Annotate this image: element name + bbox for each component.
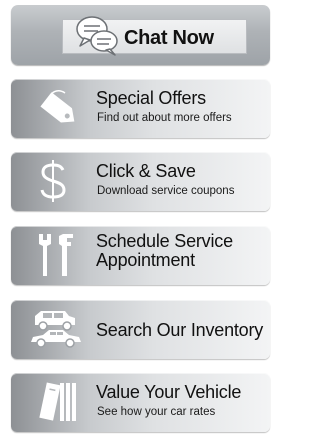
- chat-bubbles-icon: [74, 11, 120, 57]
- click-save-subtitle: Download service coupons: [97, 185, 235, 197]
- value-vehicle-subtitle: See how your car rates: [97, 406, 216, 418]
- special-offers-button[interactable]: Special Offers Find out about more offer…: [11, 79, 270, 138]
- schedule-service-button[interactable]: Schedule Service Appointment: [11, 226, 270, 285]
- chat-now-panel[interactable]: Chat Now: [11, 5, 270, 65]
- click-save-title: Click & Save: [96, 161, 196, 181]
- chat-now-label: Chat Now: [124, 27, 214, 49]
- search-inventory-button[interactable]: Search Our Inventory: [11, 300, 270, 359]
- value-vehicle-button[interactable]: Value Your Vehicle See how your car rate…: [11, 373, 270, 432]
- cars-icon: [25, 306, 89, 352]
- book-icon: [25, 379, 89, 425]
- value-vehicle-title: Value Your Vehicle: [96, 382, 242, 402]
- dollar-sign-icon: [25, 158, 89, 204]
- schedule-service-title-line1: Schedule Service: [96, 231, 233, 251]
- special-offers-subtitle: Find out about more offers: [97, 112, 232, 124]
- schedule-service-title: Schedule Service Appointment: [96, 232, 233, 270]
- search-inventory-title: Search Our Inventory: [96, 320, 264, 340]
- schedule-service-title-line2: Appointment: [96, 250, 195, 270]
- click-save-button[interactable]: Click & Save Download service coupons: [11, 152, 270, 211]
- special-offers-title: Special Offers: [96, 88, 206, 108]
- price-tag-icon: [25, 85, 89, 131]
- wrench-icon: [25, 232, 89, 278]
